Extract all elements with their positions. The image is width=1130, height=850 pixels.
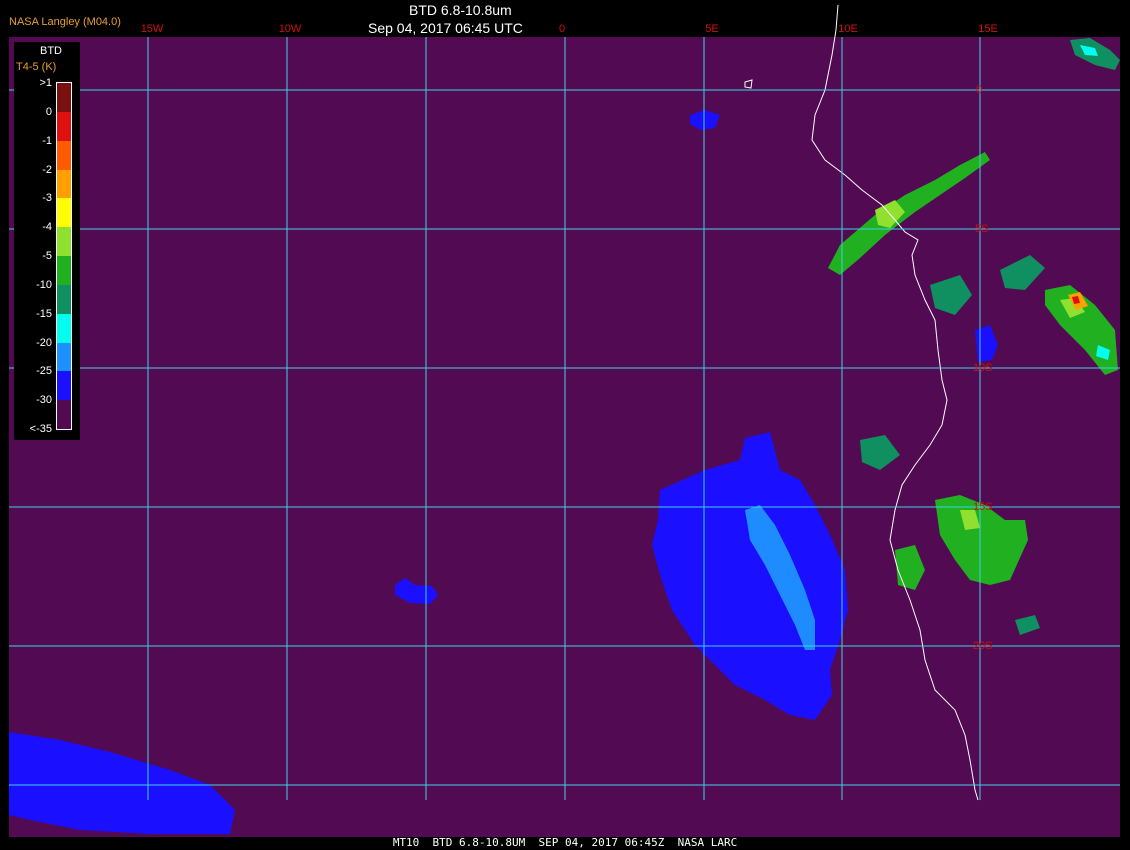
legend-tick-label: -10 — [36, 278, 52, 291]
legend-tick-label: -30 — [36, 394, 52, 407]
legend-tick-label: -5 — [42, 250, 52, 262]
legend-swatch — [57, 83, 71, 112]
legend-swatch — [57, 256, 71, 285]
lat-label-10s: 10S — [973, 362, 993, 374]
legend-swatch — [57, 342, 71, 372]
lat-label-0: 0 — [976, 84, 983, 96]
legend-swatch — [57, 169, 71, 199]
lat-label-5s: 5S — [975, 223, 989, 235]
product-title: BTD 6.8-10.8um — [409, 2, 512, 18]
legend-tick-label: -25 — [36, 365, 52, 378]
lat-label-20s: 20S — [973, 640, 993, 652]
footer-caption: MT10 BTD 6.8-10.8UM SEP 04, 2017 06:45Z … — [392, 836, 738, 849]
credit-label: NASA Langley (M04.0) — [9, 16, 121, 28]
legend-tick-label: 0 — [45, 105, 52, 118]
lon-label-15e: 15E — [978, 23, 998, 35]
lon-label-10e: 10E — [838, 23, 858, 35]
legend-subtitle: T4-5 (K) — [16, 61, 57, 73]
legend-swatch — [57, 284, 71, 314]
legend-swatch — [57, 227, 71, 257]
legend-tick-label: >1 — [39, 77, 52, 89]
legend-tick-label: -1 — [42, 134, 52, 147]
legend-tick-label: <-35 — [29, 423, 52, 435]
legend-swatch — [57, 198, 71, 228]
satellite-map — [9, 4, 1120, 837]
legend-tick-label: -2 — [42, 163, 52, 176]
legend-swatch — [57, 400, 71, 430]
legend-tick-label: -3 — [42, 192, 52, 205]
legend-swatch — [57, 111, 71, 141]
lat-label-15s: 15S — [973, 501, 993, 513]
legend-tick-label: -4 — [42, 221, 52, 234]
legend-tick-label: -15 — [36, 307, 52, 320]
datetime-label: Sep 04, 2017 06:45 UTC — [368, 20, 523, 36]
color-legend: BTD T4-5 (K) >1 0 -1 -2 -3 -4 -5 -10 -15 -20 -25 -3… — [14, 42, 80, 440]
lon-label-10w: 10W — [278, 23, 302, 35]
lon-label-0: 0 — [558, 23, 566, 35]
legend-title: BTD — [40, 45, 62, 57]
lon-label-5e: 5E — [705, 23, 719, 35]
legend-color-bar — [56, 82, 72, 430]
legend-swatch — [57, 313, 71, 343]
legend-tick-label: -20 — [36, 336, 52, 349]
legend-swatch — [57, 371, 71, 401]
legend-swatch — [57, 140, 71, 170]
lon-label-15w: 15W — [140, 23, 164, 35]
